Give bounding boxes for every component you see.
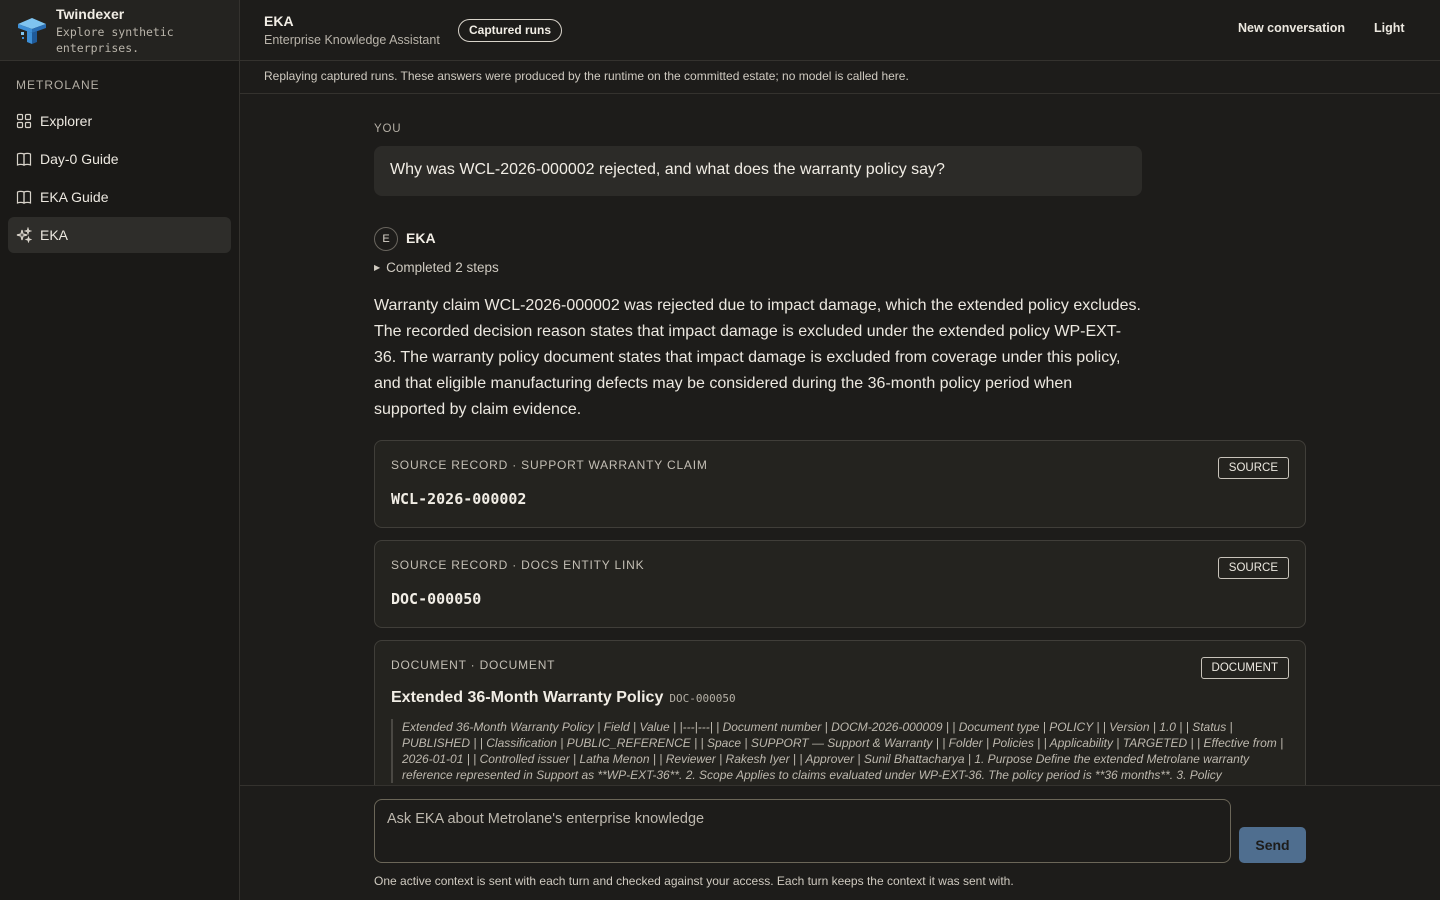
- user-message: Why was WCL-2026-000002 rejected, and wh…: [374, 146, 1142, 196]
- assistant-name: EKA: [406, 230, 436, 246]
- assistant-answer: Warranty claim WCL-2026-000002 was rejec…: [374, 297, 1141, 418]
- captured-runs-badge: Captured runs: [458, 19, 563, 42]
- card-record-id: WCL-2026-000002: [391, 490, 527, 508]
- composer-note: One active context is sent with each tur…: [374, 874, 1014, 888]
- replay-notice: Replaying captured runs. These answers w…: [240, 61, 1440, 94]
- document-tag: DOCUMENT: [1200, 657, 1289, 679]
- source-tag: SOURCE: [1217, 457, 1289, 479]
- org-label: METROLANE: [16, 78, 100, 92]
- document-card[interactable]: DOCUMENT · DOCUMENT DOCUMENT Extended 36…: [374, 640, 1306, 785]
- brand[interactable]: Twindexer Explore synthetic enterprises.: [0, 0, 239, 61]
- steps-toggle[interactable]: ▶ Completed 2 steps: [374, 260, 499, 275]
- book-icon: [16, 190, 32, 204]
- card-record-id: DOC-000050: [391, 590, 482, 608]
- user-label: YOU: [374, 123, 402, 135]
- grid-icon: [16, 113, 32, 129]
- brand-name: Twindexer: [56, 6, 125, 22]
- sidebar-item-eka-guide[interactable]: EKA Guide: [8, 179, 231, 215]
- steps-label: Completed 2 steps: [386, 260, 499, 275]
- card-kicker: SOURCE RECORD · SUPPORT WARRANTY CLAIM: [391, 458, 708, 472]
- theme-toggle-button[interactable]: Light: [1374, 21, 1405, 35]
- document-title[interactable]: Extended 36-Month Warranty Policy DOC-000…: [391, 689, 736, 707]
- top-header: EKA Enterprise Knowledge Assistant Captu…: [240, 0, 1440, 61]
- twindexer-logo-icon: [18, 18, 46, 44]
- message-input[interactable]: [374, 799, 1231, 863]
- sidebar-item-label: Explorer: [40, 113, 93, 129]
- sidebar-item-eka[interactable]: EKA: [8, 217, 231, 253]
- assistant-avatar: E: [374, 227, 398, 251]
- document-title-text: Extended 36-Month Warranty Policy: [391, 689, 664, 706]
- source-card-docs-entity-link[interactable]: SOURCE RECORD · DOCS ENTITY LINK DOC-000…: [374, 540, 1306, 628]
- document-code: DOC-000050: [669, 692, 736, 705]
- sparkle-icon: [16, 227, 32, 243]
- sidebar-item-explorer[interactable]: Explorer: [8, 103, 231, 139]
- card-kicker: DOCUMENT · DOCUMENT: [391, 658, 556, 672]
- source-card-warranty-claim[interactable]: SOURCE RECORD · SUPPORT WARRANTY CLAIM W…: [374, 440, 1306, 528]
- card-kicker: SOURCE RECORD · DOCS ENTITY LINK: [391, 558, 645, 572]
- source-tag: SOURCE: [1217, 557, 1289, 579]
- new-conversation-button[interactable]: New conversation: [1238, 21, 1345, 35]
- sidebar-item-label: Day-0 Guide: [40, 151, 119, 167]
- document-excerpt: Extended 36-Month Warranty Policy | Fiel…: [391, 719, 1291, 783]
- book-icon: [16, 152, 32, 166]
- sidebar-item-label: EKA: [40, 227, 69, 243]
- sidebar-item-day0-guide[interactable]: Day-0 Guide: [8, 141, 231, 177]
- page-title: EKA: [264, 13, 294, 29]
- caret-right-icon: ▶: [374, 263, 381, 272]
- page-subtitle: Enterprise Knowledge Assistant: [264, 33, 440, 47]
- sidebar-item-label: EKA Guide: [40, 189, 109, 205]
- composer: Send One active context is sent with eac…: [240, 785, 1440, 900]
- send-button[interactable]: Send: [1239, 827, 1306, 863]
- conversation-pane[interactable]: YOU Why was WCL-2026-000002 rejected, an…: [240, 94, 1440, 785]
- sidebar: Twindexer Explore synthetic enterprises.…: [0, 0, 240, 900]
- brand-tagline: Explore synthetic enterprises.: [56, 25, 174, 55]
